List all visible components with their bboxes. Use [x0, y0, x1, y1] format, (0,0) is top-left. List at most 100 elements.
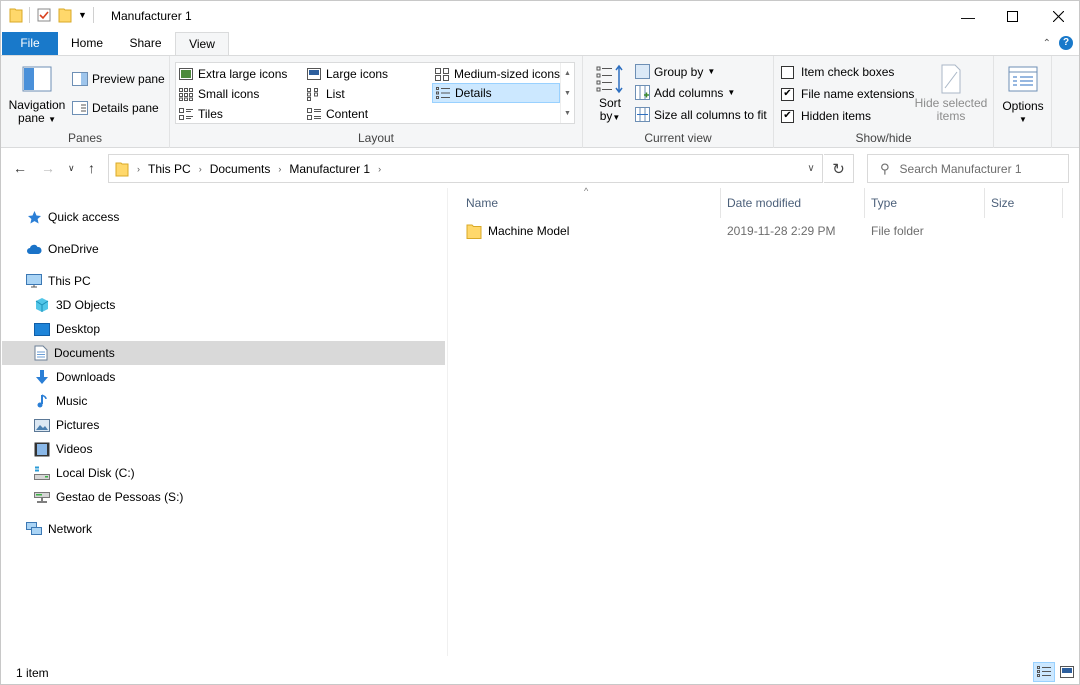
new-folder-icon[interactable] [58, 7, 72, 23]
details-view-button[interactable] [1033, 662, 1055, 682]
properties-icon[interactable] [36, 7, 52, 23]
hidden-items-toggle[interactable]: ✔ Hidden items [781, 109, 871, 123]
back-arrow-icon[interactable]: ← [13, 160, 27, 176]
large-icons-view-button[interactable] [1056, 662, 1078, 682]
nav-label: 3D Objects [56, 298, 116, 312]
breadcrumb-documents[interactable]: Documents [210, 162, 271, 176]
recent-locations-chevron-icon[interactable]: ∨ [68, 163, 75, 174]
details-pane-button[interactable]: Details pane [72, 101, 159, 115]
collapse-ribbon-icon[interactable]: ⌃ [1043, 38, 1051, 49]
nav-item-network-drive[interactable]: Gestao de Pessoas (S:) [2, 485, 445, 509]
file-name-extensions-checkbox[interactable]: ✔ [781, 87, 794, 101]
dropdown-arrow-icon: ▼ [48, 115, 56, 124]
dropdown-arrow-icon: ▼ [1019, 115, 1027, 124]
dropdown-arrow-icon: ▼ [727, 88, 736, 97]
nav-item-desktop[interactable]: Desktop [2, 317, 445, 341]
hide-selected-items-button[interactable]: Hide selected items [912, 64, 990, 123]
address-bar[interactable]: › This PC › Documents › Manufacturer 1 › [108, 154, 823, 183]
layout-content[interactable]: Content [304, 104, 432, 124]
file-name-cell[interactable]: Machine Model [466, 220, 569, 242]
nav-item-videos[interactable]: Videos [2, 437, 445, 461]
file-name-extensions-toggle[interactable]: ✔ File name extensions [781, 87, 914, 101]
layout-list[interactable]: List [304, 84, 432, 104]
layout-small-icons[interactable]: Small icons [176, 84, 304, 104]
nav-item-this-pc[interactable]: This PC [2, 269, 445, 293]
layout-gallery-scroll[interactable]: ▲ ▼ ▼ [560, 63, 574, 123]
item-check-boxes-toggle[interactable]: Item check boxes [781, 65, 894, 79]
folder-icon [9, 8, 23, 23]
refresh-button[interactable]: ↻ [824, 154, 854, 183]
scroll-down-icon[interactable]: ▼ [564, 90, 571, 97]
column-header-type[interactable]: Type [865, 188, 985, 218]
layout-label: Extra large icons [198, 67, 288, 81]
tab-share[interactable]: Share [116, 32, 175, 55]
hidden-items-checkbox[interactable]: ✔ [781, 109, 794, 123]
options-button[interactable]: Options ▼ [997, 66, 1049, 126]
desktop-icon [34, 322, 50, 336]
add-columns-button[interactable]: Add columns ▼ [635, 85, 735, 100]
forward-arrow-icon[interactable]: → [41, 160, 55, 176]
size-all-columns-button[interactable]: Size all columns to fit [635, 107, 767, 122]
nav-item-onedrive[interactable]: OneDrive [2, 237, 445, 261]
tab-file[interactable]: File [2, 32, 58, 55]
scroll-up-icon[interactable]: ▲ [564, 70, 571, 77]
tab-home[interactable]: Home [58, 32, 116, 55]
breadcrumb-manufacturer[interactable]: Manufacturer 1 [289, 162, 370, 176]
breadcrumb-this-pc[interactable]: This PC [148, 162, 191, 176]
layout-label: Medium-sized icons [453, 67, 560, 81]
tiles-icon [179, 107, 193, 120]
search-box[interactable]: ⚲ Search Manufacturer 1 [867, 154, 1069, 183]
tab-view[interactable]: View [175, 32, 229, 56]
layout-medium-icons[interactable]: Medium-sized icons [432, 64, 560, 84]
refresh-icon: ↻ [832, 160, 845, 178]
add-columns-label: Add columns [654, 85, 724, 100]
nav-item-downloads[interactable]: Downloads [2, 365, 445, 389]
nav-label: OneDrive [48, 242, 99, 256]
layout-tiles[interactable]: Tiles [176, 104, 304, 124]
column-header-name[interactable]: Name [460, 188, 721, 218]
layout-extra-large-icons[interactable]: Extra large icons [176, 64, 304, 84]
group-by-button[interactable]: Group by ▼ [635, 64, 715, 79]
nav-item-pictures[interactable]: Pictures [2, 413, 445, 437]
preview-pane-button[interactable]: Preview pane [72, 72, 165, 86]
navigation-pane-button[interactable]: Navigation pane ▼ [7, 66, 67, 126]
title-bar: ▼ Manufacturer 1 — [1, 1, 1079, 32]
nav-item-music[interactable]: Music [2, 389, 445, 413]
customize-toolbar-dropdown-icon[interactable]: ▼ [78, 10, 87, 20]
sort-by-button[interactable]: Sort by▼ [593, 64, 627, 124]
breadcrumb-chevron-icon[interactable]: › [199, 164, 202, 174]
item-check-boxes-checkbox[interactable] [781, 65, 794, 79]
status-bar: 1 item [1, 660, 1079, 684]
close-button[interactable] [1035, 1, 1080, 32]
breadcrumb-chevron-icon[interactable]: › [378, 164, 381, 174]
breadcrumb-chevron-icon[interactable]: › [137, 164, 140, 174]
column-header-date-modified[interactable]: Date modified [721, 188, 865, 218]
nav-item-3d-objects[interactable]: 3D Objects [2, 293, 445, 317]
nav-label: Videos [56, 442, 93, 456]
nav-item-documents[interactable]: Documents [2, 341, 445, 365]
address-history-dropdown-icon[interactable]: ∨ [799, 154, 823, 183]
panes-group: Navigation pane ▼ Preview pane Details p… [1, 56, 170, 148]
help-icon[interactable]: ? [1059, 36, 1073, 50]
type-cell: File folder [871, 224, 924, 238]
gallery-expand-icon[interactable]: ▼ [564, 110, 571, 117]
download-arrow-icon [36, 370, 48, 384]
table-row[interactable]: Machine Model 2019-11-28 2:29 PM File fo… [466, 220, 1066, 242]
layout-large-icons[interactable]: Large icons [304, 64, 432, 84]
sort-by-label-2: by [599, 109, 613, 123]
navigation-pane-label-2: pane [18, 111, 45, 125]
nav-item-quick-access[interactable]: Quick access [2, 205, 445, 229]
extra-large-icons-icon [179, 68, 193, 80]
nav-item-network[interactable]: Network [2, 517, 445, 541]
up-arrow-icon[interactable]: ↑ [88, 160, 95, 176]
minimize-button[interactable]: — [945, 1, 991, 32]
breadcrumb-chevron-icon[interactable]: › [278, 164, 281, 174]
maximize-button[interactable] [989, 1, 1035, 32]
layout-details[interactable]: Details [432, 83, 560, 103]
nav-label: Documents [54, 346, 115, 360]
toolbar-separator [92, 7, 94, 23]
nav-item-local-disk[interactable]: Local Disk (C:) [2, 461, 445, 485]
column-header-size[interactable]: Size [985, 188, 1063, 218]
dropdown-arrow-icon: ▼ [707, 67, 716, 76]
navigation-pane: Quick access OneDrive This PC 3D Objects… [2, 196, 445, 656]
